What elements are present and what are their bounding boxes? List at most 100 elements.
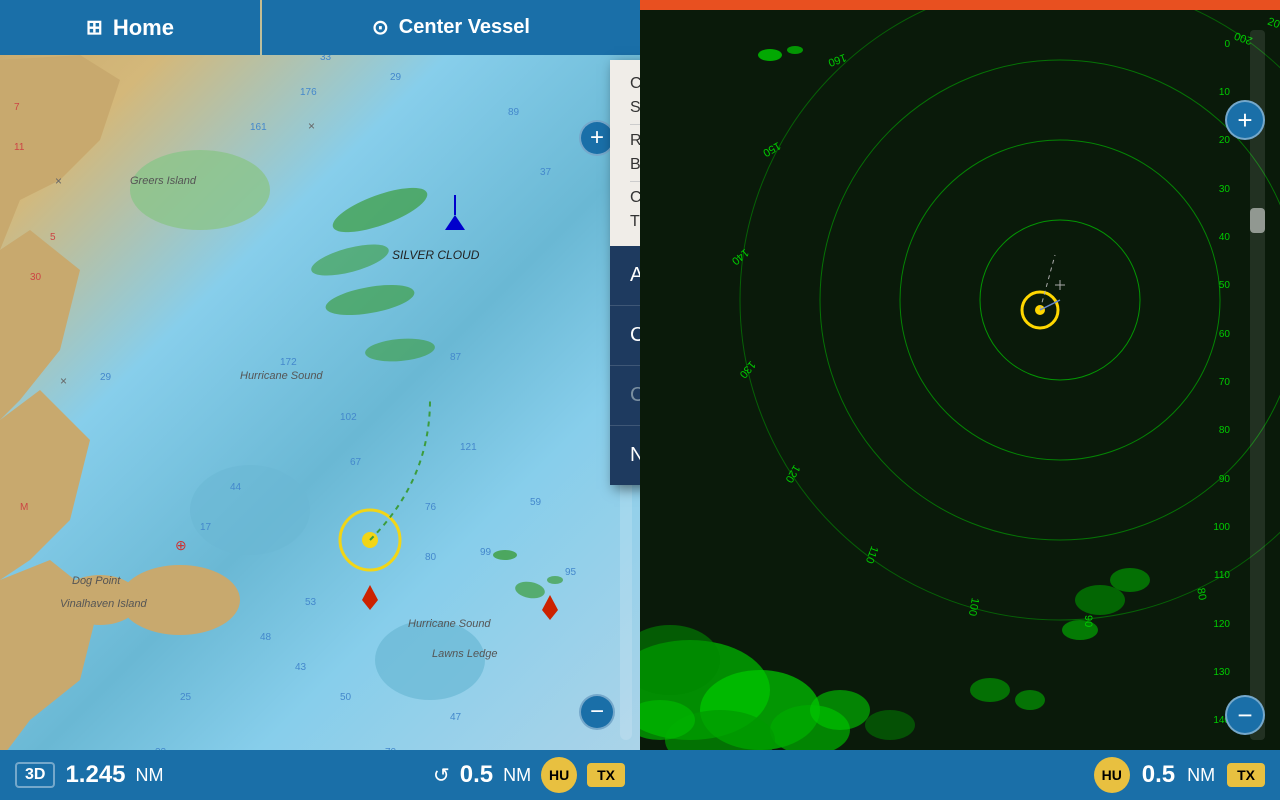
chart-panel[interactable]: 176 161 89 33 29 37 172 87 102 121 67 76… (0, 0, 640, 800)
svg-text:29: 29 (390, 72, 402, 83)
chart-scale-unit: NM (136, 765, 164, 786)
degree-40: 40 (1190, 232, 1230, 243)
vinalhaven-label: Vinalhaven Island (60, 598, 147, 610)
svg-text:×: × (308, 119, 315, 133)
radar-hu-badge[interactable]: HU (1094, 757, 1130, 793)
cpa-row: CPA 62 yd (630, 186, 640, 210)
svg-text:37: 37 (540, 167, 552, 178)
acquire-button[interactable]: Acquire (610, 246, 640, 306)
svg-text:87: 87 (450, 352, 462, 363)
radar-tx-badge[interactable]: TX (1227, 763, 1265, 787)
degree-130: 130 (1190, 667, 1230, 678)
degree-100: 100 (1190, 522, 1230, 533)
cancel-button[interactable]: Cancel (610, 306, 640, 366)
degree-0: 0 (1190, 39, 1230, 50)
degree-10: 10 (1190, 87, 1230, 98)
radar-panel[interactable]: 0 10 20 30 40 50 60 70 80 90 (640, 0, 1280, 800)
sog-label: SOG (630, 99, 640, 117)
svg-text:76: 76 (425, 502, 437, 513)
radar-range-thumb (1250, 208, 1265, 233)
degree-90: 90 (1190, 474, 1230, 485)
svg-text:95: 95 (565, 567, 577, 578)
tx-badge[interactable]: TX (587, 763, 625, 787)
tcpa-row: TCPA 0'54s (630, 210, 640, 234)
dog-point-label: Dog Point (72, 575, 120, 587)
3d-mode-badge[interactable]: 3D (15, 762, 55, 788)
chart-header: ⊞ Home ⊙ Center Vessel (0, 0, 640, 55)
clear-button[interactable]: Clear (610, 366, 640, 426)
degree-110: 110 (1190, 570, 1230, 581)
chart-footer-unit: NM (503, 765, 531, 786)
svg-text:90: 90 (1082, 615, 1094, 627)
home-grid-icon: ⊞ (86, 15, 103, 40)
silver-cloud-label: SILVER CLOUD (392, 248, 479, 262)
degree-50: 50 (1190, 280, 1230, 291)
center-vessel-button[interactable]: ⊙ Center Vessel (262, 0, 640, 55)
center-vessel-icon: ⊙ (372, 15, 389, 40)
chart-scale-value: 1.245 (65, 761, 125, 789)
cpa-label: CPA (630, 189, 640, 207)
popup-menu: COG 7.5 ° SOG 4.4 kn Range 313 yd Bearin… (610, 60, 640, 485)
svg-text:47: 47 (450, 712, 462, 723)
chart-footer-scale: 0.5 (460, 761, 493, 789)
hurricane-sound-label: Hurricane Sound (240, 370, 323, 382)
svg-text:59: 59 (530, 497, 542, 508)
center-vessel-label: Center Vessel (399, 16, 530, 39)
radar-header-bar (640, 0, 1280, 10)
svg-text:53: 53 (305, 597, 317, 608)
radar-zoom-in-button[interactable]: + (1225, 100, 1265, 140)
svg-text:121: 121 (460, 442, 477, 453)
svg-text:172: 172 (280, 357, 297, 368)
svg-text:5: 5 (50, 232, 56, 243)
svg-text:M: M (20, 502, 28, 513)
bearing-label: Bearing (630, 156, 640, 174)
svg-text:67: 67 (350, 457, 362, 468)
radar-degree-scale: 0 10 20 30 40 50 60 70 80 90 100 110 120… (1190, 20, 1230, 745)
chart-map-svg: 176 161 89 33 29 37 172 87 102 121 67 76… (0, 0, 640, 800)
radar-footer: HU 0.5 NM TX (640, 750, 1280, 800)
cog-label: COG (630, 75, 640, 93)
degree-70: 70 (1190, 377, 1230, 388)
radar-background: 0 10 20 30 40 50 60 70 80 90 (640, 0, 1280, 800)
hu-badge[interactable]: HU (541, 757, 577, 793)
chart-footer-left: 3D 1.245 NM (15, 761, 164, 789)
bearing-row: Bearing 13.0 ° (630, 153, 640, 177)
home-button[interactable]: ⊞ Home (0, 0, 260, 55)
range-label: Range (630, 132, 640, 150)
svg-text:102: 102 (340, 412, 357, 423)
radar-scale-value: 0.5 (1142, 761, 1175, 789)
lawns-ledge-label: Lawns Ledge (432, 648, 497, 660)
svg-text:29: 29 (100, 372, 112, 383)
popup-info-section: COG 7.5 ° SOG 4.4 kn Range 313 yd Bearin… (610, 60, 640, 246)
svg-text:89: 89 (508, 107, 520, 118)
info-divider-2 (630, 181, 640, 182)
svg-text:48: 48 (260, 632, 272, 643)
refresh-icon[interactable]: ↺ (433, 763, 450, 788)
svg-text:50: 50 (340, 692, 352, 703)
svg-text:161: 161 (250, 122, 267, 133)
range-row: Range 313 yd (630, 129, 640, 153)
svg-text:⊕: ⊕ (175, 537, 187, 553)
degree-140: 140 (1190, 715, 1230, 726)
chart-zoom-out-button[interactable]: − (579, 694, 615, 730)
degree-120: 120 (1190, 619, 1230, 630)
degree-60: 60 (1190, 329, 1230, 340)
radar-scale-unit: NM (1187, 765, 1215, 786)
chart-background: 176 161 89 33 29 37 172 87 102 121 67 76… (0, 0, 640, 800)
sog-row: SOG 4.4 kn (630, 96, 640, 120)
svg-text:30: 30 (30, 272, 42, 283)
radar-zoom-out-button[interactable]: − (1225, 695, 1265, 735)
svg-text:176: 176 (300, 87, 317, 98)
radar-display-svg: 0 10 20 30 40 50 60 70 80 90 (640, 10, 1280, 755)
greers-island-label: Greers Island (130, 175, 196, 187)
svg-text:×: × (55, 174, 62, 188)
degree-20: 20 (1190, 135, 1230, 146)
tcpa-label: TCPA (630, 213, 640, 231)
new-point-button[interactable]: New Point (610, 426, 640, 485)
chart-footer-right: ↺ 0.5 NM HU TX (433, 757, 625, 793)
svg-text:11: 11 (14, 142, 25, 153)
svg-text:43: 43 (295, 662, 307, 673)
chart-footer: 3D 1.245 NM ↺ 0.5 NM HU TX (0, 750, 640, 800)
popup-actions-section: Acquire Cancel Clear New Point (610, 246, 640, 485)
hurricane-sound2-label: Hurricane Sound (408, 618, 491, 630)
